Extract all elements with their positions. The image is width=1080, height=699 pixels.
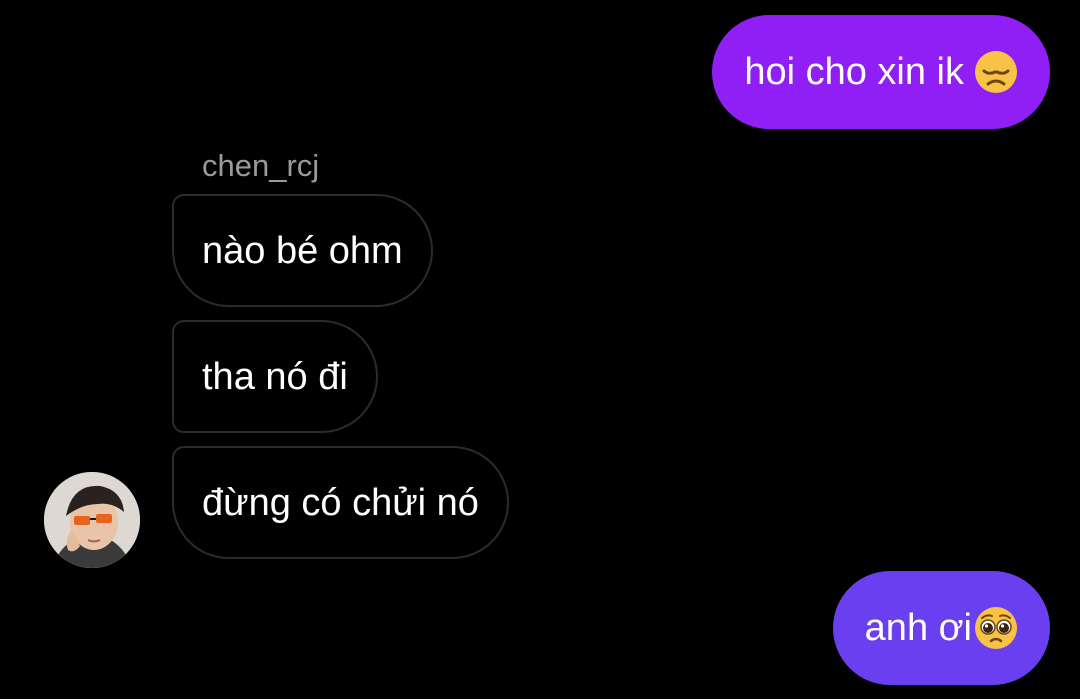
message-bubble-incoming[interactable]: tha nó đi (172, 320, 378, 433)
message-bubble-outgoing[interactable]: anh ơi (832, 571, 1050, 685)
disappointed-face-icon (974, 50, 1018, 94)
pleading-face-icon (974, 606, 1018, 650)
message-text: đừng có chửi nó (202, 481, 479, 524)
message-text: tha nó đi (202, 355, 348, 398)
sender-name: chen_rcj (202, 148, 320, 183)
avatar-icon (44, 472, 140, 568)
message-text: anh ơi (864, 607, 972, 649)
avatar[interactable] (44, 472, 140, 568)
chat-thread: hoi cho xin ik chen_rcj nào bé ohm tha n… (0, 0, 1080, 699)
message-text: nào bé ohm (202, 229, 403, 272)
message-bubble-incoming[interactable]: nào bé ohm (172, 194, 433, 307)
message-bubble-incoming[interactable]: đừng có chửi nó (172, 446, 509, 559)
message-bubble-outgoing[interactable]: hoi cho xin ik (712, 15, 1050, 129)
message-text: hoi cho xin ik (744, 51, 964, 93)
